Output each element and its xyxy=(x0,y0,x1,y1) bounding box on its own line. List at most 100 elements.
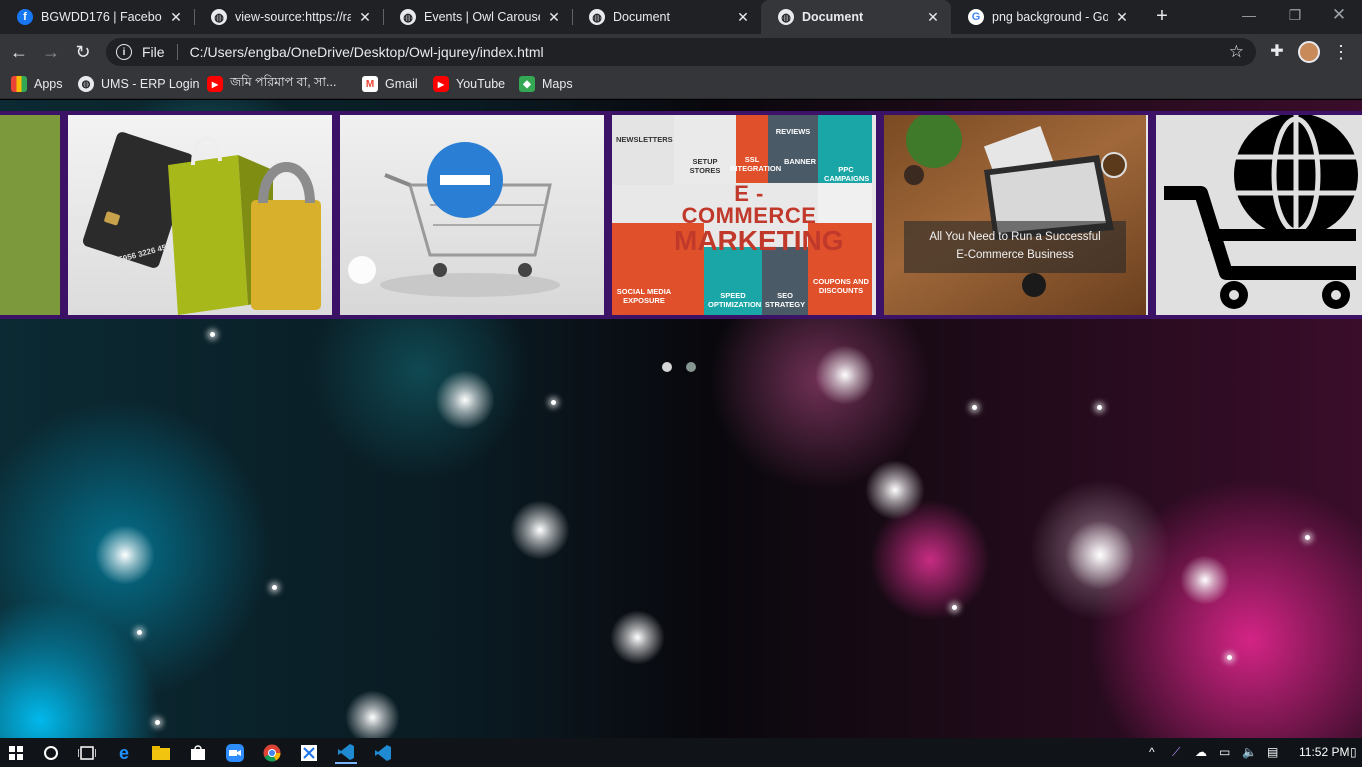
tab-strip: f BGWDD176 | Facebook ✕ ◍ view-source:ht… xyxy=(0,0,1362,34)
slide-caption: All You Need to Run a Successful E-Comme… xyxy=(904,221,1126,273)
close-icon[interactable]: ✕ xyxy=(925,9,941,26)
desk-photo: All You Need to Run a Successful E-Comme… xyxy=(884,115,1146,315)
address-bar[interactable]: i File C:/Users/engba/OneDrive/Desktop/O… xyxy=(106,38,1256,66)
carousel-slide-shopping-cart[interactable] xyxy=(336,111,608,319)
apps-grid-icon xyxy=(11,76,27,92)
bookmark-maps[interactable]: ◆ Maps xyxy=(519,75,573,93)
info-icon[interactable]: i xyxy=(116,44,132,60)
address-url[interactable]: C:/Users/engba/OneDrive/Desktop/Owl-jqur… xyxy=(190,44,544,60)
tab-document[interactable]: ◍ Document ✕ xyxy=(572,0,761,34)
bookmark-label: Maps xyxy=(542,77,573,91)
taskbar-clock[interactable]: 11:52 PM xyxy=(1299,745,1349,759)
close-window-button[interactable]: ✕ xyxy=(1316,0,1362,30)
tab-owl-carousel-events[interactable]: ◍ Events | Owl Carousel | ✕ xyxy=(383,0,572,34)
shopping-cart-illustration xyxy=(348,142,560,297)
zoom-icon[interactable] xyxy=(224,742,246,764)
close-icon[interactable]: ✕ xyxy=(168,9,184,26)
carousel-slide-ecommerce-marketing[interactable]: NEWSLETTERS SETUP STORES SSL INTEGRATION… xyxy=(608,111,880,319)
carousel-slide-desk-laptop[interactable]: All You Need to Run a Successful E-Comme… xyxy=(880,111,1152,319)
close-icon[interactable]: ✕ xyxy=(357,9,373,26)
label-setup-stores: SETUP STORES xyxy=(689,157,721,175)
windows-taskbar: e ^ ⟋ ☁ ▭ 🔈 ▤ 11:52 PM ▯ xyxy=(0,738,1362,767)
ecommerce-infographic: NEWSLETTERS SETUP STORES SSL INTEGRATION… xyxy=(612,115,872,315)
onedrive-cloud-icon[interactable]: ☁ xyxy=(1195,745,1207,759)
bookmark-bengali-video[interactable]: ▶ জমি পরিমাপ বা, সা... xyxy=(207,75,336,93)
tab-title: view-source:https://rakt xyxy=(235,10,351,24)
bokeh-light xyxy=(815,345,875,405)
store-icon[interactable] xyxy=(187,742,209,764)
carousel-dots xyxy=(662,362,696,372)
vscode-icon[interactable] xyxy=(335,742,357,764)
bookmark-youtube[interactable]: ▶ YouTube xyxy=(433,75,505,93)
back-button[interactable]: ← xyxy=(7,40,31,64)
bookmark-label: Apps xyxy=(34,77,63,91)
tab-google-search[interactable]: G png background - Goog ✕ xyxy=(951,0,1140,34)
notifications-icon[interactable]: ▯ xyxy=(1350,745,1357,759)
sparkle xyxy=(272,585,277,590)
snip-tool-icon[interactable] xyxy=(298,742,320,764)
tab-title: BGWDD176 | Facebook xyxy=(41,10,162,24)
edge-icon[interactable]: e xyxy=(113,742,135,764)
language-icon[interactable]: ▤ xyxy=(1267,745,1278,759)
restore-button[interactable]: ❐ xyxy=(1272,0,1318,30)
label-banner: BANNER xyxy=(783,157,817,166)
bookmark-label: YouTube xyxy=(456,77,506,91)
carousel-dot-1[interactable] xyxy=(662,362,672,372)
youtube-icon: ▶ xyxy=(207,76,223,92)
sparkle xyxy=(1227,655,1232,660)
new-tab-button[interactable]: + xyxy=(1150,4,1174,28)
caption-line2: E-Commerce Business xyxy=(956,248,1074,261)
sparkle xyxy=(1305,535,1310,540)
page-background: 5956 3226 45 NEWSLETTERS SETUP STORES SS… xyxy=(0,100,1362,738)
bookmark-star-icon[interactable]: ☆ xyxy=(1229,42,1244,62)
bookmark-apps[interactable]: Apps xyxy=(11,75,63,93)
browser-window: f BGWDD176 | Facebook ✕ ◍ view-source:ht… xyxy=(0,0,1362,767)
globe-icon: ◍ xyxy=(400,9,416,25)
file-explorer-icon[interactable] xyxy=(150,742,172,764)
chrome-icon[interactable] xyxy=(261,742,283,764)
pen-icon[interactable]: ⟋ xyxy=(1172,745,1180,760)
search-icon[interactable] xyxy=(40,742,62,764)
globe-icon: ◍ xyxy=(211,9,227,25)
shopping-bags-illustration xyxy=(82,132,321,315)
carousel-slide-green[interactable] xyxy=(0,111,64,319)
close-icon[interactable]: ✕ xyxy=(735,9,751,26)
avatar[interactable] xyxy=(1298,41,1320,63)
windows-start-icon[interactable] xyxy=(5,742,27,764)
bokeh-light xyxy=(1065,520,1135,590)
owl-carousel: 5956 3226 45 NEWSLETTERS SETUP STORES SS… xyxy=(0,111,1362,319)
sparkle xyxy=(1097,405,1102,410)
forward-button[interactable]: → xyxy=(39,40,63,64)
carousel-dot-2-active[interactable] xyxy=(686,362,696,372)
extensions-icon[interactable]: ✚ xyxy=(1266,41,1288,63)
facebook-icon: f xyxy=(17,9,33,25)
sparkle xyxy=(551,400,556,405)
menu-icon[interactable]: ⋮ xyxy=(1330,41,1352,63)
tab-facebook[interactable]: f BGWDD176 | Facebook ✕ xyxy=(0,0,194,34)
label-ssl-integration: SSL INTEGRATION xyxy=(730,155,782,173)
volume-icon[interactable]: 🔈 xyxy=(1242,745,1257,759)
reload-button[interactable]: ↻ xyxy=(71,40,95,64)
sparkle xyxy=(972,405,977,410)
task-view-icon[interactable] xyxy=(76,742,98,764)
close-icon[interactable]: ✕ xyxy=(546,9,562,26)
carousel-slide-globe-cart[interactable] xyxy=(1152,111,1362,319)
tab-view-source[interactable]: ◍ view-source:https://rakt ✕ xyxy=(194,0,383,34)
chevron-up-icon[interactable]: ^ xyxy=(1149,745,1155,759)
ecommerce-title: E - COMMERCE MARKETING xyxy=(674,183,844,255)
minimize-button[interactable]: — xyxy=(1226,0,1272,30)
address-scheme: File xyxy=(142,44,165,60)
toolbar: ← → ↻ i File C:/Users/engba/OneDrive/Des… xyxy=(0,34,1362,70)
bokeh-light xyxy=(865,460,925,520)
carousel-slide-shopping-bags[interactable]: 5956 3226 45 xyxy=(64,111,336,319)
vscode-icon[interactable] xyxy=(372,742,394,764)
network-icon[interactable]: ▭ xyxy=(1219,745,1230,759)
bookmark-ums-erp[interactable]: ◍ UMS - ERP Login xyxy=(78,75,199,93)
bokeh-light xyxy=(1180,555,1230,605)
maps-icon: ◆ xyxy=(519,76,535,92)
close-icon[interactable]: ✕ xyxy=(1114,9,1130,26)
tab-document-active[interactable]: ◍ Document ✕ xyxy=(761,0,951,34)
youtube-icon: ▶ xyxy=(433,76,449,92)
gmail-icon: M xyxy=(362,76,378,92)
bookmark-gmail[interactable]: M Gmail xyxy=(362,75,418,93)
